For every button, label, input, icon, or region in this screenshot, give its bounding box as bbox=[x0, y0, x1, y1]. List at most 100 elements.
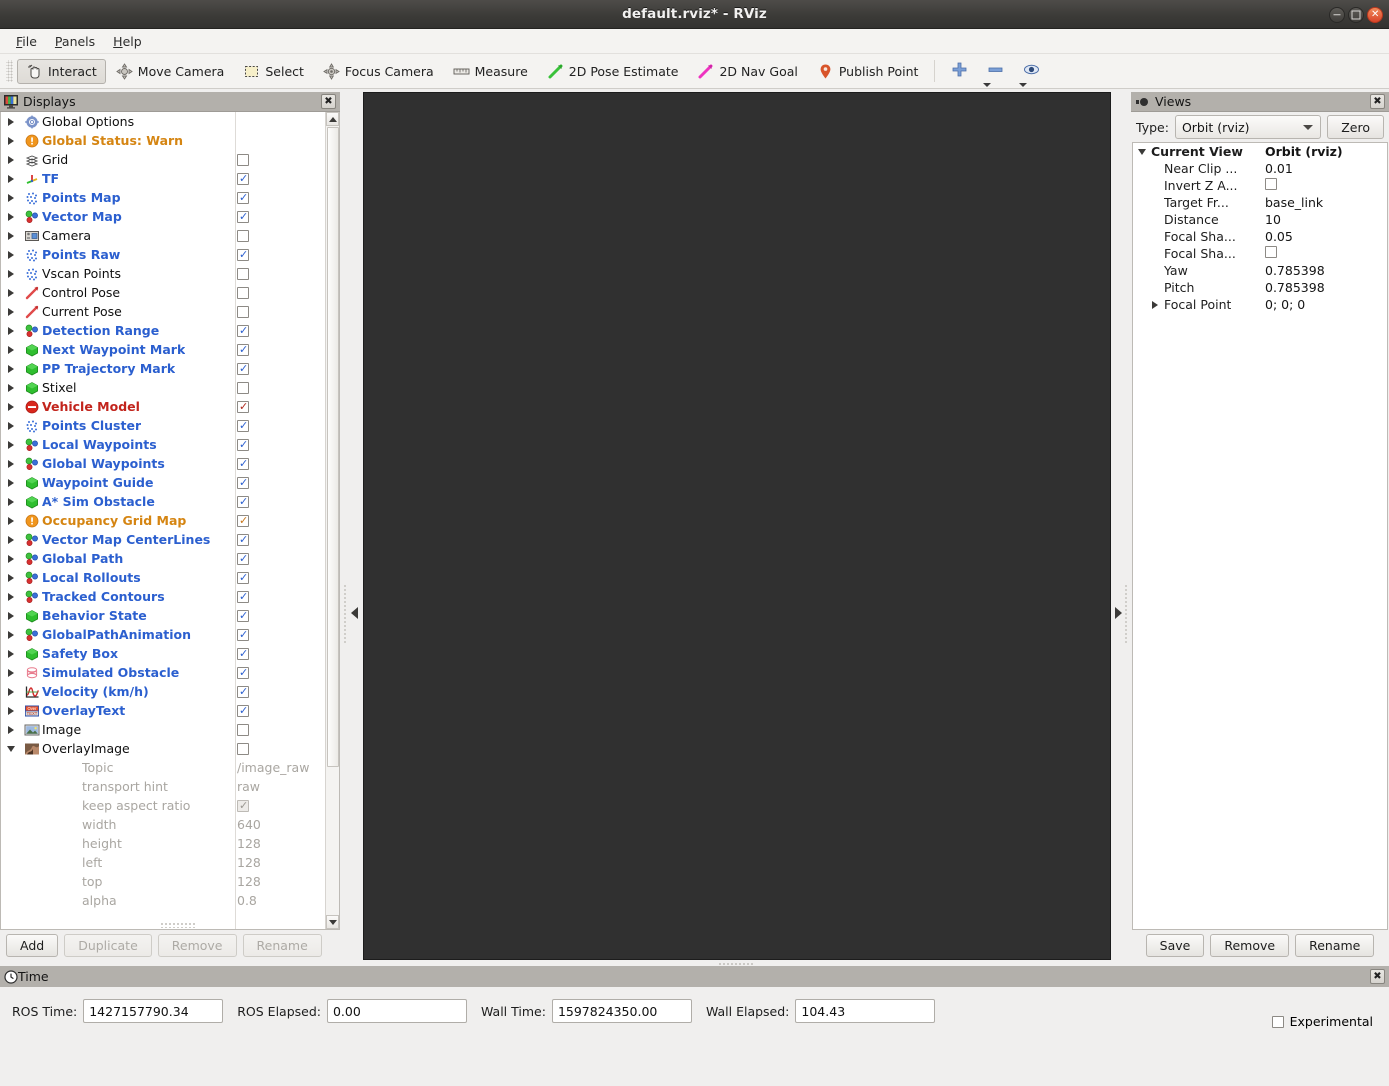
display-enable-checkbox[interactable] bbox=[237, 229, 249, 242]
display-tree-row[interactable]: Current Pose bbox=[1, 302, 325, 321]
view-property-row[interactable]: Focal Sha... bbox=[1133, 245, 1387, 262]
chevron-right-icon[interactable] bbox=[1, 592, 21, 601]
view-property-checkbox[interactable] bbox=[1265, 246, 1277, 261]
display-enable-checkbox[interactable] bbox=[237, 514, 249, 527]
menu-panels[interactable]: Panels bbox=[46, 31, 104, 52]
view-property-row[interactable]: Pitch 0.785398 bbox=[1133, 279, 1387, 296]
display-enable-checkbox[interactable] bbox=[237, 191, 249, 204]
display-tree-row[interactable]: Behavior State bbox=[1, 606, 325, 625]
display-tree-row[interactable]: A* Sim Obstacle bbox=[1, 492, 325, 511]
display-tree-row[interactable]: left 128 bbox=[1, 853, 325, 872]
chevron-right-icon[interactable] bbox=[1, 630, 21, 639]
display-tree-row[interactable]: OverlayImage bbox=[1, 739, 325, 758]
chevron-right-icon[interactable] bbox=[1, 497, 21, 506]
view-property-row[interactable]: Distance 10 bbox=[1133, 211, 1387, 228]
display-enable-checkbox[interactable] bbox=[237, 153, 249, 166]
tool-move-camera[interactable]: Move Camera bbox=[107, 59, 234, 84]
display-tree-row[interactable]: Points Raw bbox=[1, 245, 325, 264]
display-enable-checkbox[interactable] bbox=[237, 248, 249, 261]
chevron-right-icon[interactable] bbox=[1, 174, 21, 183]
tool-measure[interactable]: Measure bbox=[444, 59, 537, 84]
display-enable-checkbox[interactable] bbox=[237, 172, 249, 185]
chevron-right-icon[interactable] bbox=[1, 212, 21, 221]
displays-scrollbar[interactable] bbox=[325, 112, 339, 929]
display-enable-checkbox[interactable] bbox=[237, 647, 249, 660]
display-tree-row[interactable]: Vector Map bbox=[1, 207, 325, 226]
display-tree-row[interactable]: Global Waypoints bbox=[1, 454, 325, 473]
chevron-right-icon[interactable] bbox=[1, 668, 21, 677]
views-property-tree[interactable]: Current View Orbit (rviz) Near Clip ... 0.0… bbox=[1132, 142, 1388, 930]
tool-interact[interactable]: Interact bbox=[17, 58, 106, 84]
display-enable-checkbox[interactable] bbox=[237, 552, 249, 565]
right-splitter[interactable] bbox=[1112, 92, 1131, 960]
display-enable-checkbox[interactable] bbox=[237, 267, 249, 280]
display-enable-checkbox[interactable] bbox=[237, 343, 249, 356]
chevron-right-icon[interactable] bbox=[1, 136, 21, 145]
view-property-row[interactable]: Target Fr... base_link bbox=[1133, 194, 1387, 211]
display-enable-checkbox[interactable] bbox=[237, 286, 249, 299]
menu-help[interactable]: Help bbox=[104, 31, 151, 52]
scroll-up-icon[interactable] bbox=[326, 112, 339, 126]
tool-2d-pose-estimate[interactable]: 2D Pose Estimate bbox=[538, 59, 688, 84]
display-tree-row[interactable]: top 128 bbox=[1, 872, 325, 891]
time-field-input[interactable]: 0.00 bbox=[326, 999, 467, 1023]
display-tree-row[interactable]: Control Pose bbox=[1, 283, 325, 302]
chevron-right-icon[interactable] bbox=[1, 402, 21, 411]
display-enable-checkbox[interactable] bbox=[237, 723, 249, 736]
display-tree-row[interactable]: Detection Range bbox=[1, 321, 325, 340]
display-tree-row[interactable]: GlobalPathAnimation bbox=[1, 625, 325, 644]
display-enable-checkbox[interactable] bbox=[237, 685, 249, 698]
maximize-button[interactable] bbox=[1348, 6, 1364, 23]
display-enable-checkbox[interactable] bbox=[237, 305, 249, 318]
remove-view-button[interactable]: Remove bbox=[1210, 933, 1290, 957]
chevron-right-icon[interactable] bbox=[1, 345, 21, 354]
chevron-right-icon[interactable] bbox=[1, 687, 21, 696]
display-enable-checkbox[interactable] bbox=[237, 400, 249, 413]
scroll-down-icon[interactable] bbox=[326, 915, 339, 929]
display-tree-row[interactable]: Vector Map CenterLines bbox=[1, 530, 325, 549]
displays-close-icon[interactable]: ✖ bbox=[321, 94, 336, 109]
chevron-right-icon[interactable] bbox=[1, 554, 21, 563]
experimental-toggle[interactable]: Experimental bbox=[1271, 1014, 1373, 1029]
display-tree-row[interactable]: Simulated Obstacle bbox=[1, 663, 325, 682]
chevron-right-icon[interactable] bbox=[1, 611, 21, 620]
display-enable-checkbox[interactable] bbox=[237, 590, 249, 603]
rename-view-button[interactable]: Rename bbox=[1295, 933, 1375, 957]
chevron-right-icon[interactable] bbox=[1, 516, 21, 525]
display-tree-row[interactable]: width 640 bbox=[1, 815, 325, 834]
chevron-right-icon[interactable] bbox=[1, 725, 21, 734]
save-view-button[interactable]: Save bbox=[1145, 933, 1205, 957]
chevron-right-icon[interactable] bbox=[1, 364, 21, 373]
views-close-icon[interactable]: ✖ bbox=[1370, 94, 1385, 109]
view-property-row[interactable]: Current View Orbit (rviz) bbox=[1133, 143, 1387, 160]
property-checkbox[interactable] bbox=[237, 799, 249, 812]
display-enable-checkbox[interactable] bbox=[237, 210, 249, 223]
display-tree-row[interactable]: Vehicle Model bbox=[1, 397, 325, 416]
tool-publish-point[interactable]: Publish Point bbox=[808, 59, 928, 84]
display-enable-checkbox[interactable] bbox=[237, 742, 249, 755]
display-tree-row[interactable]: Next Waypoint Mark bbox=[1, 340, 325, 359]
chevron-right-icon[interactable] bbox=[1, 193, 21, 202]
chevron-right-icon[interactable] bbox=[1, 155, 21, 164]
chevron-right-icon[interactable] bbox=[1, 307, 21, 316]
display-tree-row[interactable]: Grid bbox=[1, 150, 325, 169]
collapse-left-icon[interactable] bbox=[351, 607, 358, 619]
menu-file[interactable]: File bbox=[7, 31, 46, 52]
chevron-right-icon[interactable] bbox=[1, 269, 21, 278]
close-button[interactable] bbox=[1367, 6, 1383, 23]
display-tree-row[interactable]: Velocity (km/h) bbox=[1, 682, 325, 701]
display-enable-checkbox[interactable] bbox=[237, 533, 249, 546]
display-tree-row[interactable]: Topic/image_raw bbox=[1, 758, 325, 777]
chevron-right-icon[interactable] bbox=[1, 535, 21, 544]
display-tree-row[interactable]: Global Options bbox=[1, 112, 325, 131]
chevron-right-icon[interactable] bbox=[1, 326, 21, 335]
display-tree-row[interactable]: PP Trajectory Mark bbox=[1, 359, 325, 378]
left-splitter[interactable] bbox=[341, 92, 362, 960]
display-tree-row[interactable]: Occupancy Grid Map bbox=[1, 511, 325, 530]
display-tree-row[interactable]: Global Path bbox=[1, 549, 325, 568]
tool-select[interactable]: Select bbox=[234, 59, 313, 84]
chevron-right-icon[interactable] bbox=[1, 649, 21, 658]
display-enable-checkbox[interactable] bbox=[237, 704, 249, 717]
display-tree-row[interactable]: Over TEXT OverlayText bbox=[1, 701, 325, 720]
display-tree-row[interactable]: keep aspect ratio bbox=[1, 796, 325, 815]
